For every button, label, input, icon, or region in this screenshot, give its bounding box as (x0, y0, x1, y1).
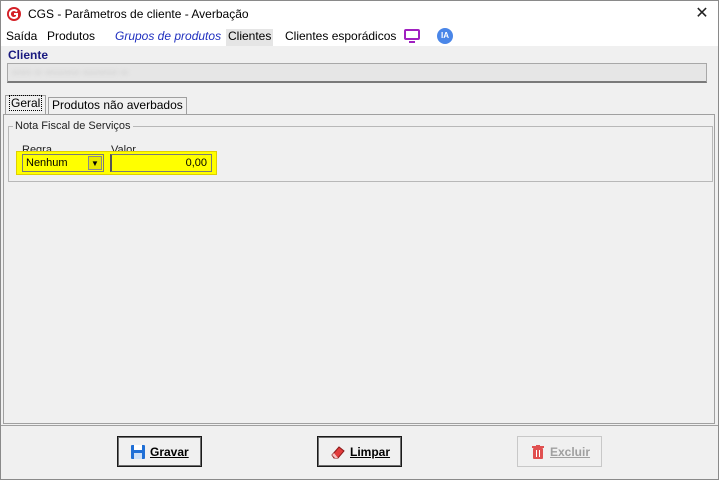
gravar-button[interactable]: Gravar (117, 436, 202, 467)
valor-input[interactable]: 0,00 (110, 154, 212, 172)
tab-strip: Geral Produtos não averbados (5, 95, 715, 115)
group-title: Nota Fiscal de Serviços (13, 120, 133, 132)
ia-icon[interactable]: IA (437, 28, 453, 44)
menu-saida[interactable]: Saída (4, 29, 39, 46)
gravar-label: Gravar (150, 445, 189, 459)
app-logo-icon (7, 7, 21, 21)
window-title: CGS - Parâmetros de cliente - Averbação (28, 7, 249, 21)
title-bar: CGS - Parâmetros de cliente - Averbação … (1, 1, 718, 27)
main-window: CGS - Parâmetros de cliente - Averbação … (0, 0, 719, 480)
tab-geral[interactable]: Geral (5, 95, 47, 115)
menu-clientes-esporadicos[interactable]: Clientes esporádicos (283, 29, 398, 46)
eraser-icon (331, 446, 345, 459)
monitor-icon[interactable] (404, 28, 420, 44)
regra-select[interactable]: Nenhum ▼ (22, 154, 104, 172)
menu-clientes[interactable]: Clientes (226, 29, 274, 46)
tab-produtos-label: Produtos não averbados (52, 98, 183, 112)
tab-panel-geral: Nota Fiscal de Serviços Regra Valor Nenh… (3, 114, 715, 424)
menu-grupos-de-produtos[interactable]: Grupos de produtos (113, 29, 223, 46)
save-icon (131, 445, 145, 459)
limpar-label: Limpar (350, 445, 391, 459)
excluir-button[interactable]: Excluir (517, 436, 602, 467)
excluir-label: Excluir (550, 445, 591, 459)
tab-geral-label: Geral (9, 95, 43, 111)
trash-icon (532, 445, 544, 459)
menu-bar: Saída Produtos Grupos de produtos Client… (1, 27, 718, 46)
dropdown-arrow-icon[interactable]: ▼ (88, 156, 102, 170)
cliente-label: Cliente (8, 48, 49, 62)
limpar-button[interactable]: Limpar (317, 436, 402, 467)
menu-produtos[interactable]: Produtos (45, 29, 97, 46)
bottom-separator (1, 425, 718, 426)
tab-produtos-nao-averbados[interactable]: Produtos não averbados (48, 97, 187, 115)
cliente-field[interactable]: ••••• •• ••••••••• ••••••••• •• (7, 63, 707, 83)
cliente-value: ••••• •• ••••••••• ••••••••• •• (12, 67, 129, 79)
close-icon: ✕ (695, 5, 709, 22)
nota-fiscal-group: Nota Fiscal de Serviços Regra Valor Nenh… (8, 120, 713, 182)
close-button[interactable]: ✕ (692, 4, 712, 24)
regra-select-value: Nenhum (26, 157, 68, 169)
